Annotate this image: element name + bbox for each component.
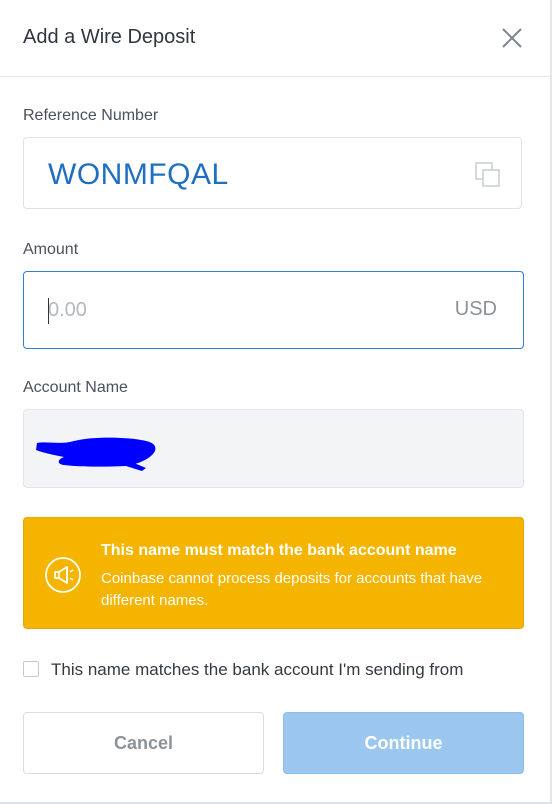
account-name-label: Account Name [23, 379, 128, 396]
continue-button[interactable]: Continue [283, 712, 524, 774]
text-caret [48, 298, 49, 324]
copy-icon[interactable] [474, 161, 502, 189]
modal-header: Add a Wire Deposit [0, 0, 550, 77]
amount-label: Amount [23, 241, 79, 258]
name-match-warning: This name must match the bank account na… [23, 517, 524, 629]
redaction-scribble [36, 437, 156, 471]
modal-title: Add a Wire Deposit [23, 26, 196, 48]
reference-number-label: Reference Number [23, 107, 159, 124]
cancel-button[interactable]: Cancel [23, 712, 264, 774]
megaphone-icon [44, 556, 82, 594]
reference-number-value[interactable]: WONMFQAL [48, 158, 229, 192]
account-name-field [23, 409, 524, 488]
amount-field[interactable]: USD [23, 271, 524, 349]
confirm-name-checkbox[interactable] [23, 661, 39, 677]
close-icon[interactable] [498, 24, 526, 52]
reference-number-field: WONMFQAL [23, 137, 522, 209]
warning-title: This name must match the bank account na… [101, 542, 457, 559]
amount-input[interactable] [48, 294, 428, 326]
warning-text: Coinbase cannot process deposits for acc… [101, 570, 483, 609]
currency-label: USD [454, 298, 497, 320]
confirm-name-label[interactable]: This name matches the bank account I'm s… [51, 660, 463, 680]
